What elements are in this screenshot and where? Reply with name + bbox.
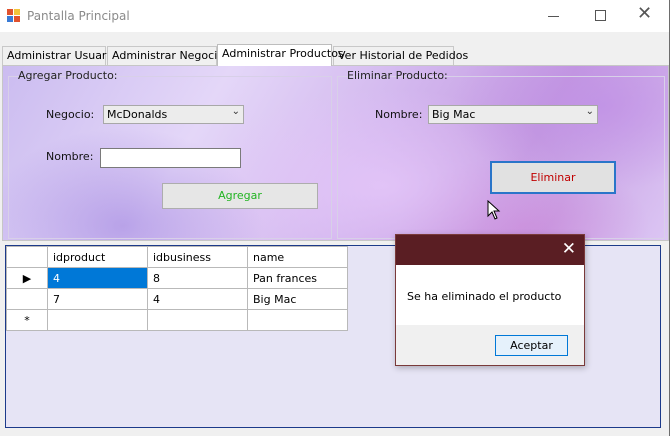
minimize-icon [548, 16, 559, 17]
column-header-idproduct[interactable]: idproduct [47, 246, 148, 268]
product-select-value: Big Mac [432, 108, 476, 121]
new-row[interactable]: * [6, 309, 348, 331]
table-cell[interactable]: Big Mac [247, 288, 348, 310]
remove-product-group-label: Eliminar Producto: [347, 69, 448, 82]
row-header[interactable]: ▶ [6, 267, 48, 289]
tab-content-panel: Agregar Producto: Negocio: McDonalds ⌄ N… [2, 65, 669, 241]
tab-administrar-usuarios[interactable]: Administrar Usuarios [2, 46, 122, 65]
new-row-marker[interactable]: * [6, 309, 48, 331]
app-grid-icon [7, 9, 21, 23]
table-cell[interactable]: Pan frances [247, 267, 348, 289]
dialog-footer: Aceptar [396, 325, 584, 365]
table-cell[interactable]: 4 [147, 288, 248, 310]
product-select[interactable]: Big Mac ⌄ [428, 105, 598, 124]
ok-button[interactable]: Aceptar [495, 335, 568, 356]
chevron-down-icon: ⌄ [585, 106, 594, 117]
dialog-title-bar: ✕ [396, 235, 584, 265]
add-name-label: Nombre: [46, 150, 94, 163]
grid-header-row: idproduct idbusiness name [6, 246, 348, 268]
remove-button[interactable]: Eliminar [490, 161, 616, 194]
tab-administrar-productos[interactable]: Administrar Productos [217, 44, 344, 66]
table-cell[interactable]: 7 [47, 288, 148, 310]
message-dialog: ✕ Se ha eliminado el producto Aceptar [395, 234, 585, 366]
minimize-button[interactable] [531, 0, 577, 32]
chevron-down-icon: ⌄ [231, 106, 240, 117]
remove-product-group: Eliminar Producto: Nombre: Big Mac ⌄ Eli… [337, 69, 665, 239]
close-button[interactable]: ✕ [623, 0, 669, 32]
window-title: Pantalla Principal [27, 9, 130, 23]
add-button[interactable]: Agregar [162, 183, 318, 209]
grid-corner-cell[interactable] [6, 246, 48, 268]
business-label: Negocio: [46, 108, 95, 121]
main-window: Pantalla Principal ✕ Administrar Usuario… [0, 0, 670, 436]
maximize-icon [595, 10, 606, 21]
table-cell[interactable]: 4 [47, 267, 148, 289]
add-name-input[interactable] [100, 148, 241, 168]
mouse-cursor-icon [487, 200, 501, 220]
business-select-value: McDonalds [107, 108, 168, 121]
remove-name-label: Nombre: [375, 108, 423, 121]
add-product-group-label: Agregar Producto: [18, 69, 118, 82]
table-row[interactable]: 7 4 Big Mac [6, 288, 348, 310]
tab-administrar-negocios[interactable]: Administrar Negocios [107, 46, 230, 65]
table-cell[interactable] [247, 309, 348, 331]
column-header-idbusiness[interactable]: idbusiness [147, 246, 248, 268]
business-select[interactable]: McDonalds ⌄ [103, 105, 244, 124]
table-cell[interactable]: 8 [147, 267, 248, 289]
maximize-button[interactable] [577, 0, 623, 32]
close-icon[interactable]: ✕ [562, 239, 576, 259]
table-cell[interactable] [47, 309, 148, 331]
tab-ver-historial-pedidos[interactable]: Ver Historial de Pedidos [333, 46, 468, 65]
dialog-message: Se ha eliminado el producto [407, 290, 562, 303]
add-product-group: Agregar Producto: Negocio: McDonalds ⌄ N… [8, 69, 332, 239]
table-cell[interactable] [147, 309, 248, 331]
row-pointer-icon: ▶ [22, 271, 32, 285]
products-grid[interactable]: idproduct idbusiness name ▶ 4 8 Pan fran… [6, 246, 348, 331]
title-bar: Pantalla Principal ✕ [0, 0, 669, 32]
row-header[interactable] [6, 288, 48, 310]
column-header-name[interactable]: name [247, 246, 348, 268]
table-row[interactable]: ▶ 4 8 Pan frances [6, 267, 348, 289]
close-icon: ✕ [637, 3, 653, 24]
